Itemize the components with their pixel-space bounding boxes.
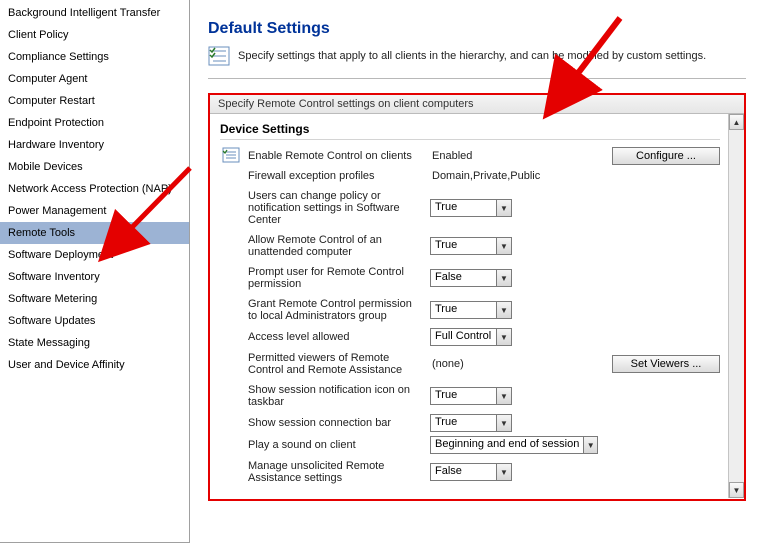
chevron-down-icon[interactable]: ▼ — [496, 388, 511, 404]
chevron-down-icon[interactable]: ▼ — [496, 270, 511, 286]
dropdown-value: True — [431, 238, 496, 254]
sidebar: Background Intelligent TransferClient Po… — [0, 0, 190, 543]
panel-caption: Specify Remote Control settings on clien… — [210, 95, 744, 114]
sidebar-item-state-messaging[interactable]: State Messaging — [0, 332, 189, 354]
dropdown-value: False — [431, 270, 496, 286]
dropdown-value: True — [431, 200, 496, 216]
setting-label: Play a sound on client — [246, 435, 426, 455]
sidebar-item-computer-agent[interactable]: Computer Agent — [0, 68, 189, 90]
sidebar-item-background-intelligent-transfer[interactable]: Background Intelligent Transfer — [0, 2, 189, 24]
scroll-up-button[interactable]: ▲ — [729, 114, 744, 130]
setting-dropdown[interactable]: True▼ — [430, 301, 512, 319]
setting-label: Show session connection bar — [246, 413, 426, 433]
setting-label: Access level allowed — [246, 327, 426, 347]
setting-value: Enabled — [430, 150, 472, 162]
sidebar-item-endpoint-protection[interactable]: Endpoint Protection — [0, 112, 189, 134]
vertical-scrollbar[interactable]: ▲ ▼ — [728, 114, 744, 498]
main-panel: Default Settings Specify settings that a… — [190, 0, 760, 543]
setting-dropdown[interactable]: False▼ — [430, 463, 512, 481]
chevron-down-icon[interactable]: ▼ — [496, 464, 511, 480]
setting-value: (none) — [430, 358, 464, 370]
setting-dropdown[interactable]: False▼ — [430, 269, 512, 287]
sidebar-item-user-and-device-affinity[interactable]: User and Device Affinity — [0, 354, 189, 376]
sidebar-item-power-management[interactable]: Power Management — [0, 200, 189, 222]
setting-label: Enable Remote Control on clients — [246, 146, 426, 166]
chevron-down-icon[interactable]: ▼ — [496, 302, 511, 318]
setting-dropdown[interactable]: True▼ — [430, 199, 512, 217]
setting-label: Permitted viewers of Remote Control and … — [246, 348, 426, 380]
sidebar-item-software-inventory[interactable]: Software Inventory — [0, 266, 189, 288]
settings-panel: Specify Remote Control settings on clien… — [208, 93, 746, 501]
sidebar-item-computer-restart[interactable]: Computer Restart — [0, 90, 189, 112]
setting-dropdown[interactable]: True▼ — [430, 237, 512, 255]
divider — [208, 78, 746, 79]
scroll-down-button[interactable]: ▼ — [729, 482, 744, 498]
chevron-down-icon[interactable]: ▼ — [496, 415, 511, 431]
setting-label: Firewall exception profiles — [246, 166, 426, 186]
sidebar-item-network-access-protection-nap[interactable]: Network Access Protection (NAP) — [0, 178, 189, 200]
chevron-down-icon[interactable]: ▼ — [496, 200, 511, 216]
sidebar-item-software-updates[interactable]: Software Updates — [0, 310, 189, 332]
set-viewers-button[interactable]: Set Viewers ... — [612, 355, 720, 373]
sidebar-item-client-policy[interactable]: Client Policy — [0, 24, 189, 46]
setting-label: Users can change policy or notification … — [246, 186, 426, 230]
sidebar-item-remote-tools[interactable]: Remote Tools — [0, 222, 189, 244]
checklist-icon — [222, 147, 240, 166]
setting-dropdown[interactable]: True▼ — [430, 387, 512, 405]
setting-label: Grant Remote Control permission to local… — [246, 294, 426, 326]
sidebar-item-compliance-settings[interactable]: Compliance Settings — [0, 46, 189, 68]
sidebar-item-mobile-devices[interactable]: Mobile Devices — [0, 156, 189, 178]
configure-button[interactable]: Configure ... — [612, 147, 720, 165]
setting-label: Show session notification icon on taskba… — [246, 380, 426, 412]
sidebar-item-software-metering[interactable]: Software Metering — [0, 288, 189, 310]
setting-dropdown[interactable]: True▼ — [430, 414, 512, 432]
dropdown-value: Beginning and end of session — [431, 437, 583, 453]
dropdown-value: True — [431, 302, 496, 318]
setting-dropdown[interactable]: Full Control▼ — [430, 328, 512, 346]
chevron-down-icon[interactable]: ▼ — [496, 238, 511, 254]
dropdown-value: False — [431, 464, 496, 480]
page-description: Specify settings that apply to all clien… — [238, 50, 706, 62]
setting-dropdown[interactable]: Beginning and end of session▼ — [430, 436, 598, 454]
group-title: Device Settings — [220, 122, 720, 140]
dropdown-value: True — [431, 388, 496, 404]
row-icon — [220, 147, 242, 166]
dropdown-value: Full Control — [431, 329, 496, 345]
chevron-down-icon[interactable]: ▼ — [496, 329, 511, 345]
sidebar-item-hardware-inventory[interactable]: Hardware Inventory — [0, 134, 189, 156]
page-title: Default Settings — [208, 20, 746, 38]
sidebar-item-software-deployment[interactable]: Software Deployment — [0, 244, 189, 266]
setting-label: Manage unsolicited Remote Assistance set… — [246, 456, 426, 488]
setting-label: Prompt user for Remote Control permissio… — [246, 262, 426, 294]
setting-value: Domain,Private,Public — [430, 170, 540, 182]
dropdown-value: True — [431, 415, 496, 431]
checklist-icon — [208, 46, 230, 66]
chevron-down-icon[interactable]: ▼ — [583, 437, 597, 453]
setting-label: Allow Remote Control of an unattended co… — [246, 230, 426, 262]
